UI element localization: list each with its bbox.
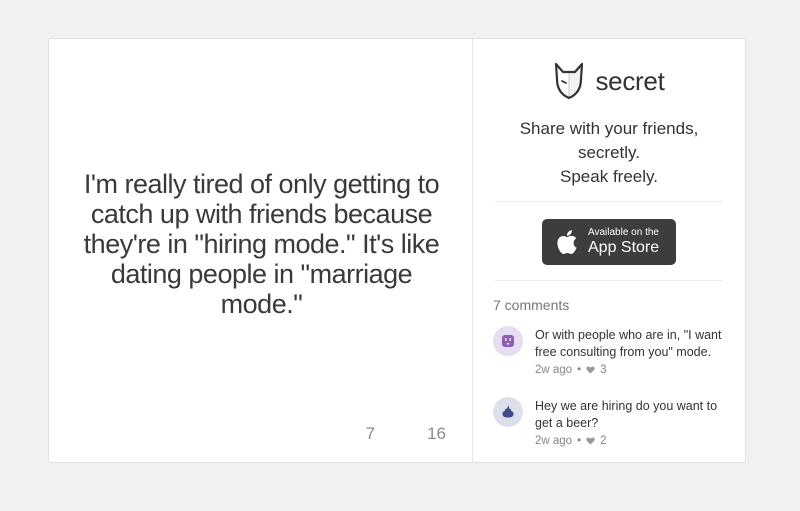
post-panel: I'm really tired of only getting to catc… [49, 39, 473, 462]
side-panel: secret Share with your friends, secretly… [473, 39, 745, 462]
like-count: 16 [427, 424, 446, 443]
heart-icon[interactable] [586, 366, 595, 374]
tagline-line-2: Speak freely. [560, 167, 658, 186]
comment-body: Hey we are hiring do you want to get a b… [535, 398, 727, 447]
divider [495, 280, 723, 281]
secret-fox-logo-icon [555, 62, 584, 100]
comment-time: 2w ago [535, 435, 573, 447]
comment-likes: 3 [600, 364, 607, 376]
separator-dot: • [577, 364, 582, 376]
comments-count: 7 comments [493, 297, 570, 313]
comment-item: Or with people who are in, "I want free … [491, 326, 727, 376]
brand: secret [491, 61, 727, 101]
avatar [493, 397, 523, 427]
app-store-button[interactable]: Available on the App Store [542, 219, 676, 265]
app-store-text: Available on the App Store [588, 227, 659, 257]
secret-card: I'm really tired of only getting to catc… [48, 38, 746, 463]
comment-time: 2w ago [535, 364, 573, 376]
app-store-small-label: Available on the [588, 227, 659, 238]
comment-meta: 2w ago • 2 [535, 435, 727, 447]
comment-meta: 2w ago • 3 [535, 364, 727, 376]
separator-dot: • [577, 435, 582, 447]
app-store-big-label: App Store [588, 239, 660, 256]
plug-icon [502, 335, 514, 347]
tagline-line-1: Share with your friends, secretly. [519, 119, 699, 162]
post-counts: 7 16 [366, 424, 446, 444]
comment-body: Or with people who are in, "I want free … [535, 327, 727, 376]
comment-likes: 2 [600, 435, 607, 447]
apple-icon [557, 230, 577, 254]
comment-count: 7 [365, 424, 376, 443]
poop-icon [502, 405, 514, 418]
avatar [493, 326, 523, 356]
appstore-wrap: Available on the App Store [491, 202, 727, 280]
comment-item: Hey we are hiring do you want to get a b… [491, 397, 727, 447]
comment-text: Or with people who are in, "I want free … [535, 328, 722, 359]
brand-name: secret [595, 65, 665, 96]
comment-text: Hey we are hiring do you want to get a b… [535, 399, 718, 430]
post-text: I'm really tired of only getting to catc… [83, 169, 440, 319]
tagline: Share with your friends, secretly. Speak… [491, 117, 727, 189]
heart-icon[interactable] [586, 437, 595, 445]
